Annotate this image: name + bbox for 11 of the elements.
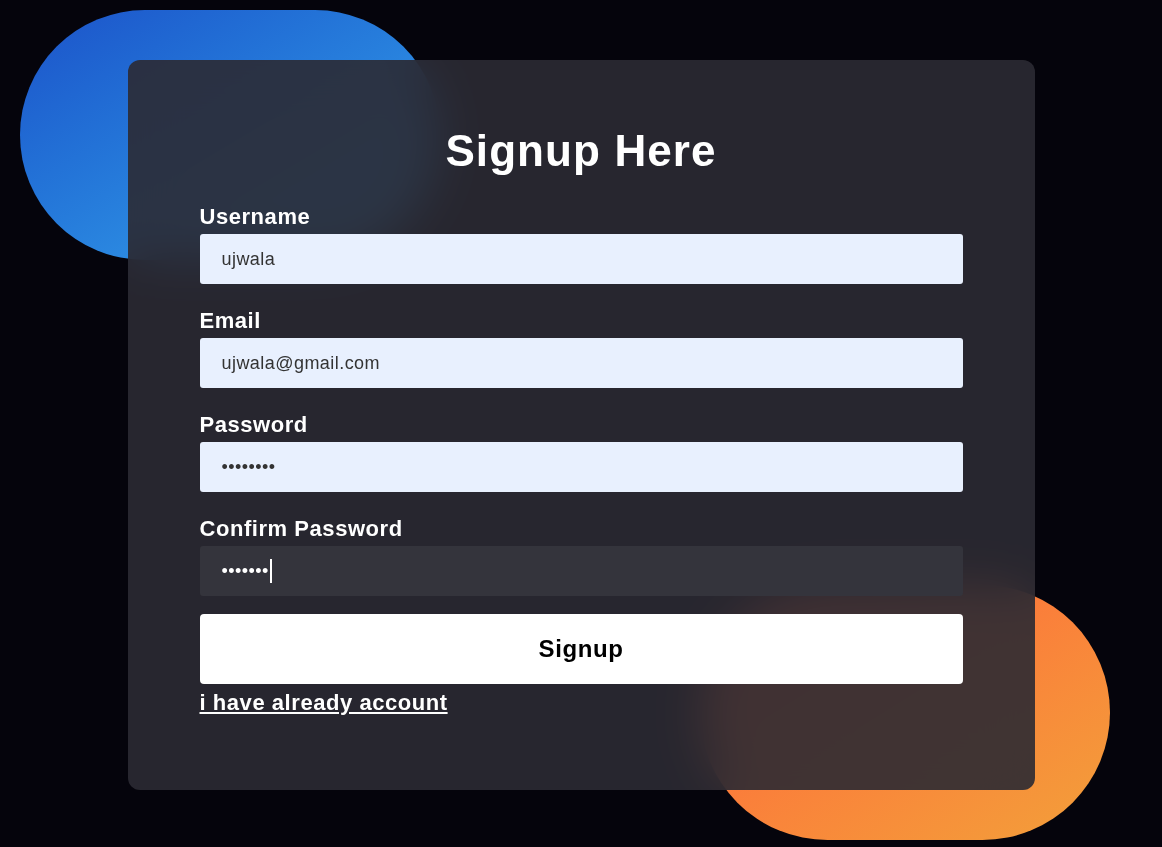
field-label: Email bbox=[199, 307, 261, 335]
signup-button[interactable]: Signup bbox=[199, 614, 963, 684]
field-label: Username bbox=[199, 203, 311, 231]
input-field[interactable]: ujwala@gmail.com bbox=[199, 338, 963, 388]
field-label: Password bbox=[199, 411, 308, 439]
input-field[interactable]: ujwala bbox=[199, 234, 963, 284]
login-link[interactable]: i have already account bbox=[199, 686, 448, 719]
input-field[interactable]: •••••••• bbox=[199, 442, 963, 492]
form-title: Signup Here bbox=[445, 125, 717, 177]
field-label: Confirm Password bbox=[199, 515, 403, 543]
input-field[interactable]: ••••••• bbox=[199, 546, 963, 596]
